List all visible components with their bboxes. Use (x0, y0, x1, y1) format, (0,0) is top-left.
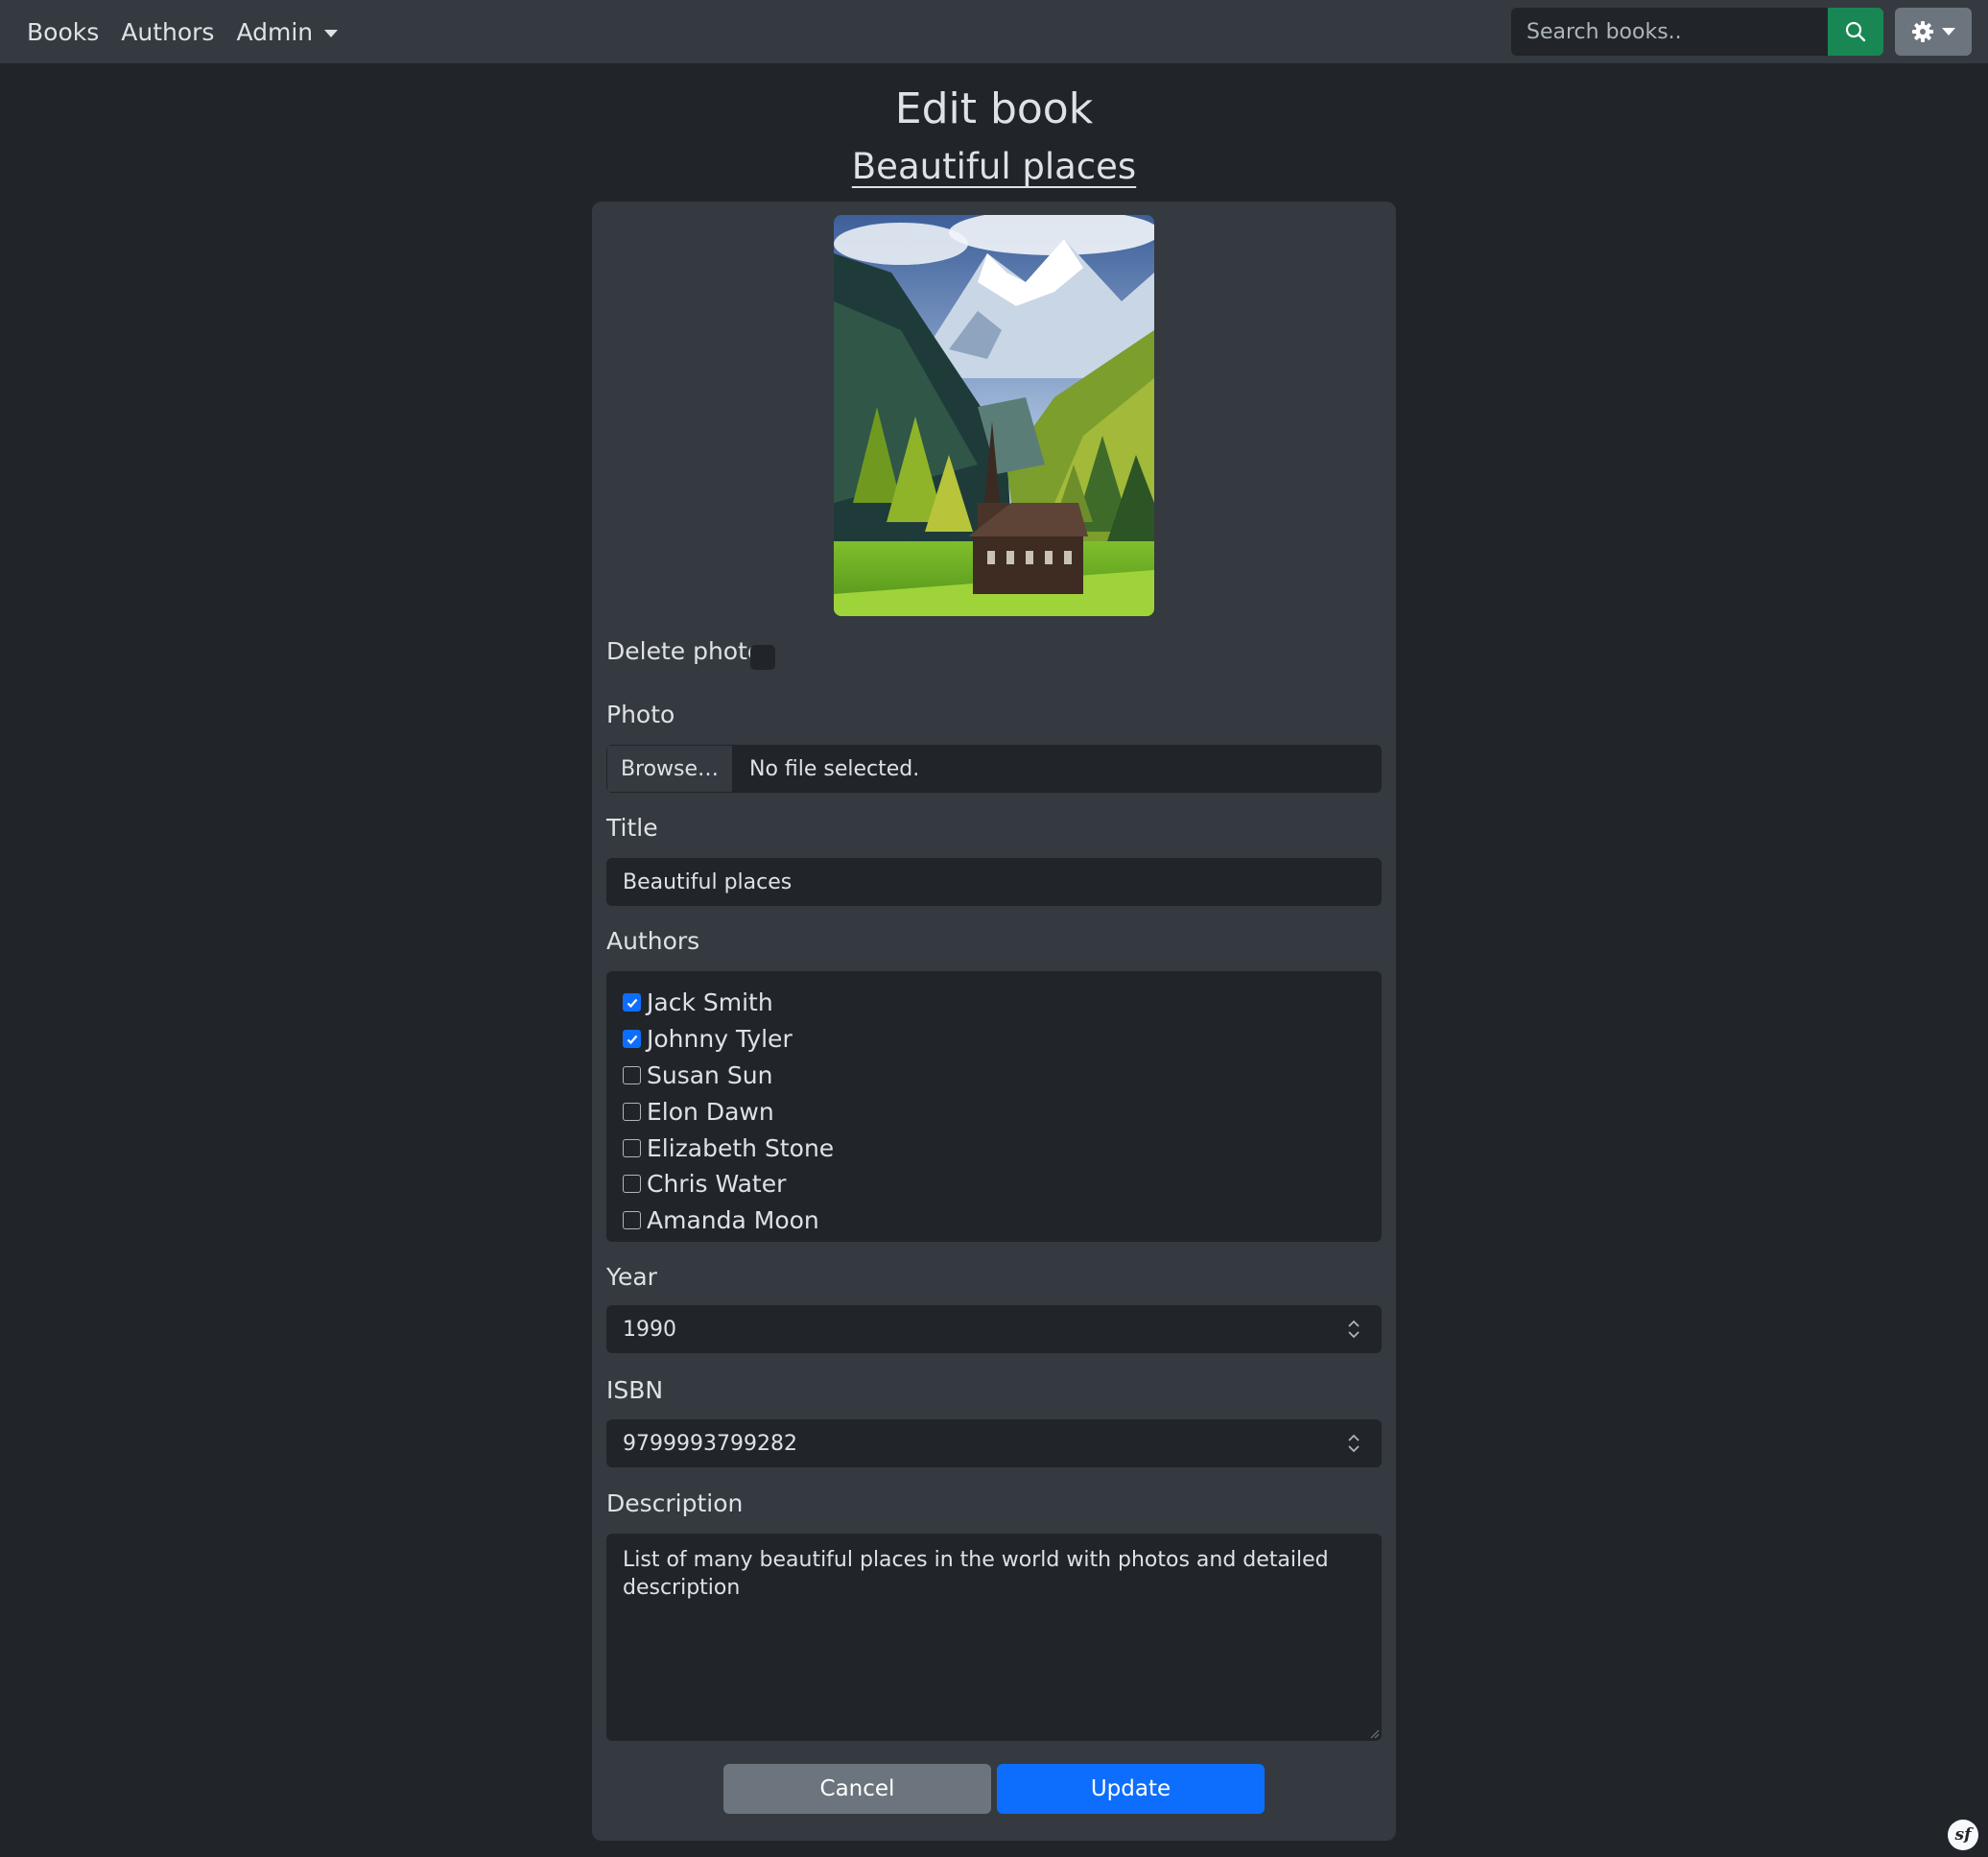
nav-link-books[interactable]: Books (27, 18, 99, 46)
author-checkbox[interactable] (623, 1211, 641, 1230)
authors-label: Authors (606, 927, 700, 955)
author-option[interactable]: Amanda Moon (606, 1202, 1382, 1239)
author-name: Amanda Moon (647, 1206, 819, 1235)
author-checkbox[interactable] (623, 1030, 641, 1049)
book-title-heading: Beautiful places (0, 146, 1988, 187)
navbar: Books Authors Admin (0, 0, 1988, 63)
file-status: No file selected. (749, 756, 920, 781)
year-label: Year (606, 1263, 657, 1291)
book-cover-photo (834, 215, 1154, 616)
delete-photo-label: Delete photo (606, 637, 763, 665)
nav-links: Books Authors Admin (27, 18, 360, 46)
symfony-logo-icon[interactable]: sf (1948, 1820, 1978, 1850)
chevron-down-icon (1942, 28, 1955, 36)
author-name: Susan Sun (647, 1060, 773, 1089)
authors-checkbox-list: Jack Smith Johnny Tyler Susan Sun Elon Dawn… (606, 971, 1382, 1242)
author-checkbox[interactable] (623, 1065, 641, 1084)
edit-book-card: Delete photo Photo Browse… No file selec… (592, 202, 1396, 1841)
delete-photo-checkbox[interactable] (750, 645, 775, 670)
author-option[interactable]: Jack Smith (606, 985, 1382, 1021)
update-button[interactable]: Update (997, 1764, 1265, 1814)
isbn-field-wrapper (606, 1419, 1382, 1467)
year-field-wrapper (606, 1305, 1382, 1353)
author-name: Johnny Tyler (647, 1025, 793, 1054)
browse-button[interactable]: Browse… (606, 745, 733, 793)
search-button[interactable] (1828, 8, 1883, 56)
nav-link-authors[interactable]: Authors (121, 18, 214, 46)
description-label: Description (606, 1489, 744, 1517)
author-name: Elizabeth Stone (647, 1133, 835, 1162)
author-option[interactable]: Elon Dawn (606, 1093, 1382, 1130)
author-option[interactable]: Johnny Tyler (606, 1021, 1382, 1058)
author-option[interactable]: Elizabeth Stone (606, 1130, 1382, 1166)
author-checkbox[interactable] (623, 1138, 641, 1157)
author-checkbox[interactable] (623, 1175, 641, 1194)
search-group (1511, 8, 1883, 56)
cancel-button[interactable]: Cancel (723, 1764, 991, 1814)
year-spinner-icon[interactable] (1343, 1317, 1364, 1342)
author-name: Elon Dawn (647, 1097, 774, 1126)
book-cover-image (834, 215, 1154, 616)
resize-grip-icon[interactable] (1368, 1727, 1380, 1739)
author-checkbox[interactable] (623, 993, 641, 1012)
check-icon (627, 998, 637, 1009)
year-input[interactable] (606, 1305, 1382, 1353)
check-icon (627, 1035, 637, 1044)
chevron-down-icon (324, 29, 339, 37)
isbn-input[interactable] (606, 1419, 1382, 1467)
page-title: Edit book (894, 84, 1094, 133)
author-checkbox[interactable] (623, 1102, 641, 1121)
author-option[interactable]: Chris Water (606, 1166, 1382, 1202)
search-icon (1845, 21, 1866, 42)
photo-label: Photo (606, 701, 675, 728)
title-field-wrapper (606, 858, 1382, 906)
photo-file-input[interactable]: Browse… No file selected. (606, 745, 1382, 793)
settings-dropdown-button[interactable] (1895, 8, 1972, 56)
title-input[interactable] (606, 858, 1382, 906)
gear-icon (1912, 21, 1933, 42)
isbn-label: ISBN (606, 1376, 664, 1404)
author-name: Jack Smith (647, 988, 773, 1017)
description-field-wrapper: List of many beautiful places in the wor… (606, 1534, 1382, 1741)
title-label: Title (606, 814, 658, 842)
nav-admin-dropdown[interactable]: Admin (236, 17, 339, 46)
isbn-spinner-icon[interactable] (1343, 1431, 1364, 1456)
nav-admin-label: Admin (236, 17, 314, 46)
book-title-link[interactable]: Beautiful places (852, 146, 1136, 187)
author-option[interactable]: Susan Sun (606, 1058, 1382, 1094)
description-textarea[interactable]: List of many beautiful places in the wor… (606, 1534, 1382, 1741)
search-input[interactable] (1511, 8, 1828, 56)
author-name: Chris Water (647, 1170, 787, 1199)
